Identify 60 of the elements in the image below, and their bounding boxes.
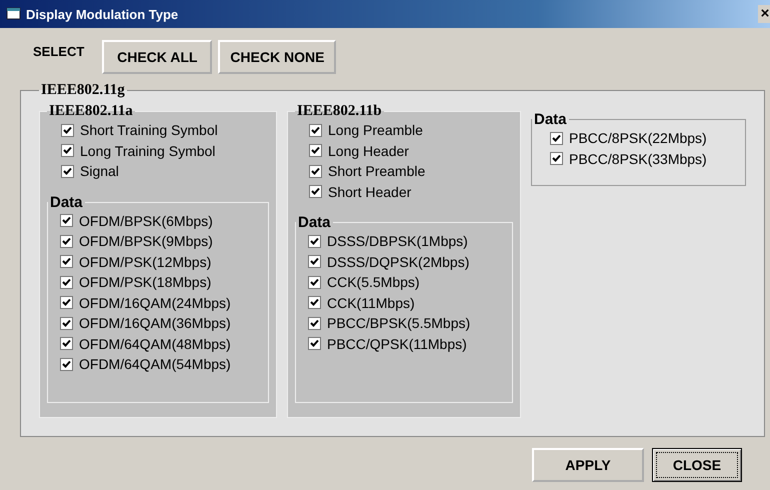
checkbox[interactable] [60, 276, 73, 289]
select-button[interactable]: CHECK NONE [218, 40, 336, 74]
option-label: PBCC/8PSK(22Mbps) [569, 130, 707, 146]
option-label: Short Header [328, 184, 412, 200]
checkbox[interactable] [308, 276, 321, 289]
data-title: Data [49, 194, 84, 210]
option-label: OFDM/16QAM(24Mbps) [79, 294, 231, 311]
option-label: DSSS/DQPSK(2Mbps) [327, 254, 470, 270]
option-label: Long Preamble [328, 122, 423, 138]
checkbox[interactable] [61, 164, 74, 178]
window-title: Display Modulation Type [26, 6, 180, 22]
checkbox[interactable] [60, 358, 73, 371]
checkbox[interactable] [60, 296, 73, 310]
checkbox[interactable] [550, 152, 563, 166]
checkbox[interactable] [308, 296, 321, 310]
option-label: Short Preamble [328, 163, 426, 180]
option-label: DSSS/DBPSK(1Mbps) [327, 233, 468, 250]
checkbox[interactable] [309, 144, 322, 158]
option-label: Long Header [328, 142, 409, 159]
group-title: IEEE802.11g [40, 82, 126, 99]
checkbox[interactable] [61, 144, 74, 158]
option-label: OFDM/BPSK(9Mbps) [79, 233, 213, 250]
option-label: OFDM/64QAM(54Mbps) [79, 356, 231, 372]
option-label: OFDM/BPSK(6Mbps) [79, 212, 213, 229]
checkbox[interactable] [60, 316, 73, 330]
option-label: Short Training Symbol [80, 122, 218, 138]
panel-title: IEEE802.11a [48, 103, 134, 120]
checkbox[interactable] [309, 124, 322, 137]
option-label: CCK(5.5Mbps) [327, 274, 420, 290]
option-label: OFDM/16QAM(36Mbps) [79, 315, 231, 332]
option-label: PBCC/QPSK(11Mbps) [327, 336, 467, 352]
checkbox[interactable] [550, 132, 563, 145]
checkbox[interactable] [309, 185, 322, 198]
option-label: Long Training Symbol [80, 142, 216, 159]
checkbox[interactable] [60, 255, 73, 268]
data-title: Data [297, 214, 332, 231]
checkbox[interactable] [309, 164, 322, 178]
option-label: PBCC/8PSK(33Mbps) [569, 150, 707, 167]
option-label: CCK(11Mbps) [327, 294, 415, 311]
checkbox[interactable] [308, 316, 321, 330]
option-label: PBCC/BPSK(5.5Mbps) [327, 315, 470, 332]
checkbox[interactable] [60, 337, 73, 350]
checkbox[interactable] [308, 234, 321, 248]
option-label: Signal [80, 163, 119, 180]
option-label: OFDM/PSK(18Mbps) [79, 274, 212, 290]
select-label: SELECT [33, 44, 84, 58]
checkbox[interactable] [60, 234, 73, 248]
checkbox[interactable] [60, 214, 73, 228]
data-title: Data [533, 111, 568, 128]
close-button[interactable]: × [758, 5, 770, 23]
select-button[interactable]: CHECK ALL [102, 40, 212, 74]
panel-title: IEEE802.11b [296, 103, 383, 120]
checkbox[interactable] [308, 337, 321, 350]
window-icon [6, 7, 22, 21]
option-label: OFDM/PSK(12Mbps) [79, 254, 212, 270]
checkbox[interactable] [61, 124, 74, 137]
dialog-button[interactable]: APPLY [532, 448, 644, 482]
checkbox[interactable] [308, 255, 321, 268]
dialog-button[interactable]: CLOSE [652, 448, 742, 482]
option-label: OFDM/64QAM(48Mbps) [79, 336, 231, 352]
